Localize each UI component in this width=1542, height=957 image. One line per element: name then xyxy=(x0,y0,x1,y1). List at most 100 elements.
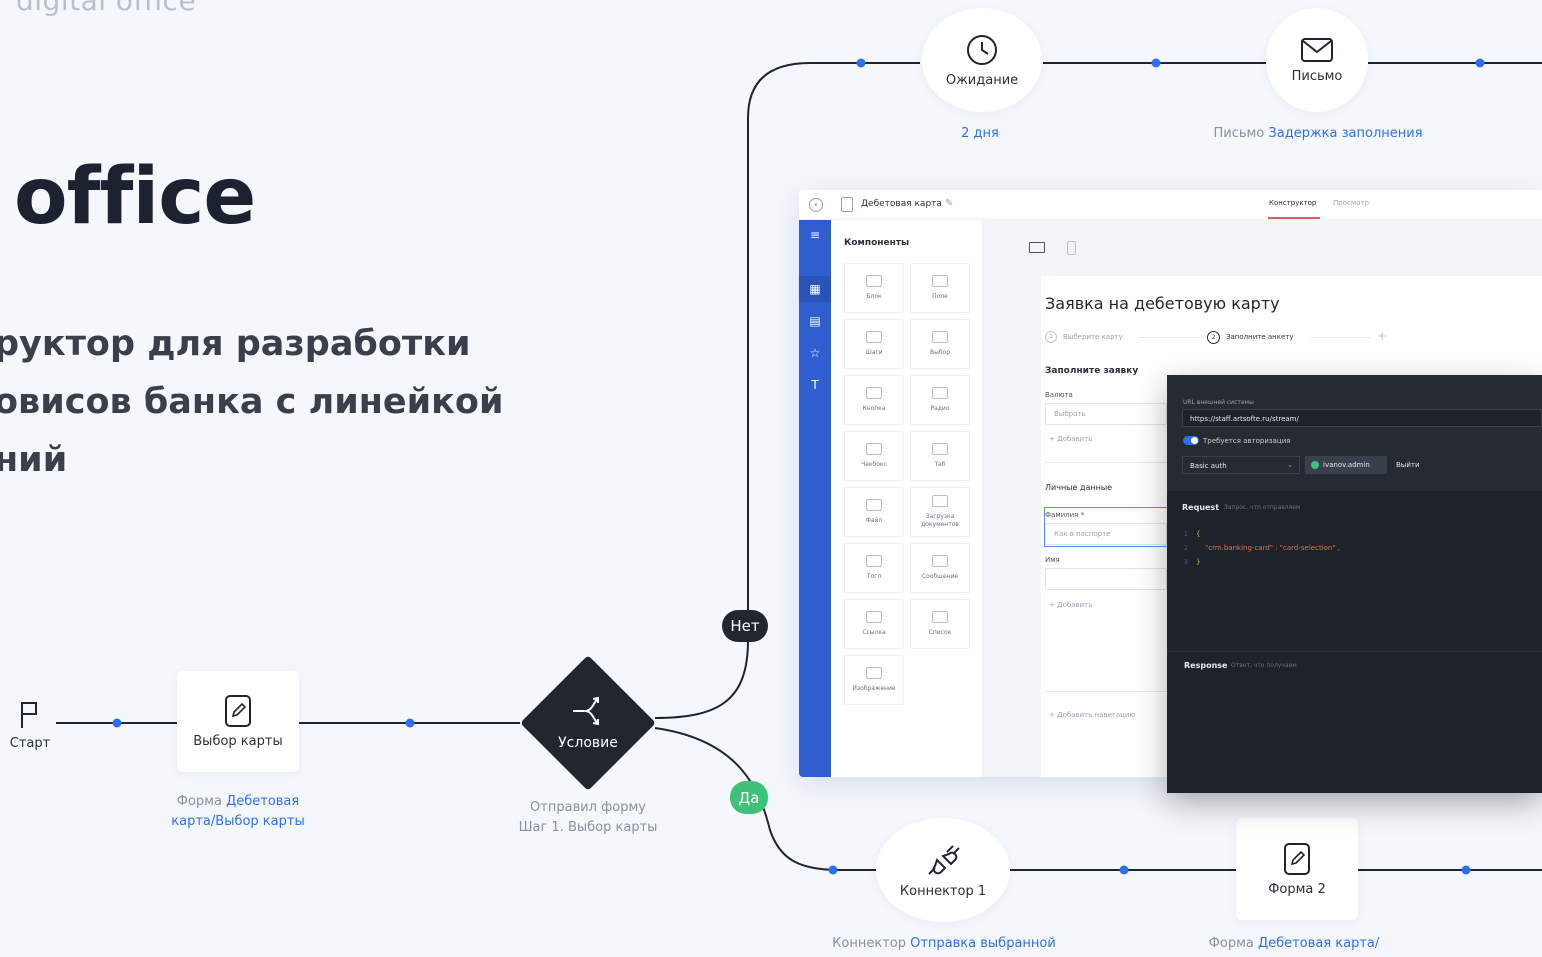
star-icon[interactable]: ☆ xyxy=(799,340,831,366)
component-tile[interactable]: Файл xyxy=(844,487,904,537)
name-input[interactable] xyxy=(1045,568,1167,590)
url-input[interactable]: https://staff.artsofte.ru/stream/ xyxy=(1182,409,1542,427)
component-tile[interactable]: Чекбокс xyxy=(844,431,904,481)
connector-settings: URL внешней системы https://staff.artsof… xyxy=(1167,375,1542,491)
form2-caption-link[interactable]: Дебетовая карта/ xyxy=(1258,936,1379,951)
active-tab-underline xyxy=(1268,217,1320,219)
tab-preview[interactable]: Просмотр xyxy=(1333,199,1369,207)
back-icon[interactable]: ‹ xyxy=(809,198,823,212)
auth-type-select[interactable]: Basic auth ⌄ xyxy=(1182,456,1300,474)
desktop-view-icon[interactable] xyxy=(1029,242,1045,253)
component-select-icon xyxy=(932,331,948,343)
edit-form-icon xyxy=(225,695,251,727)
component-tile[interactable]: Поле xyxy=(910,263,970,313)
menu-icon[interactable]: ≡ xyxy=(799,222,831,248)
currency-select[interactable]: Выбрать xyxy=(1045,403,1167,425)
components-panel: Компоненты Блок Поле Шаги Выбор Кнопка Р… xyxy=(831,220,983,777)
step-divider xyxy=(1139,337,1203,338)
form2-node[interactable]: Форма 2 xyxy=(1236,818,1358,920)
wait-caption[interactable]: 2 дня xyxy=(940,124,1020,144)
component-image-icon xyxy=(866,667,882,679)
card-select-caption-link[interactable]: Дебетовая xyxy=(226,794,299,809)
condition-label: Условие xyxy=(558,735,618,751)
currency-placeholder: Выбрать xyxy=(1054,410,1086,418)
add-field-button[interactable]: + Добавить xyxy=(1049,601,1092,609)
add-field-button[interactable]: + Добавить xyxy=(1049,435,1092,443)
check-icon xyxy=(1311,461,1319,469)
step-1[interactable]: Выберите карту xyxy=(1063,333,1123,341)
component-tile[interactable]: Изображение xyxy=(844,655,904,705)
component-checkbox-icon xyxy=(866,443,882,455)
component-tile[interactable]: Выбор xyxy=(910,319,970,369)
line-number: 3 xyxy=(1184,559,1188,566)
code-line[interactable]: { xyxy=(1196,530,1200,538)
code-line[interactable]: } xyxy=(1196,558,1200,566)
component-message-icon xyxy=(932,555,948,567)
name-label: Имя xyxy=(1045,556,1060,564)
component-tile[interactable]: Шаги xyxy=(844,319,904,369)
add-navigation-button[interactable]: + Добавить навигацию xyxy=(1049,711,1135,719)
code-line[interactable]: "crm.banking-card" : "card-selection" , xyxy=(1205,544,1340,552)
letter-caption: Письмо Задержка заполнения xyxy=(1200,124,1436,144)
tab-constructor[interactable]: Конструктор xyxy=(1269,199,1316,207)
wait-label: Ожидание xyxy=(945,72,1019,88)
component-tile[interactable]: Ссылка xyxy=(844,599,904,649)
response-hint: Ответ, что получаем xyxy=(1231,662,1297,669)
mobile-view-icon[interactable] xyxy=(1067,241,1076,255)
user-chip[interactable]: ivanov.admin xyxy=(1305,456,1387,474)
add-step-icon[interactable]: + xyxy=(1377,329,1387,343)
form2-label: Форма 2 xyxy=(1268,881,1326,897)
connector-node[interactable]: Коннектор 1 xyxy=(876,818,1010,922)
request-title: Request xyxy=(1182,503,1220,512)
components-title: Компоненты xyxy=(844,238,910,248)
letter-caption-prefix: Письмо xyxy=(1213,126,1265,141)
component-tile[interactable]: Список xyxy=(910,599,970,649)
surname-input[interactable]: Как в паспорте xyxy=(1045,523,1167,545)
component-list-icon xyxy=(932,611,948,623)
rename-pencil-icon[interactable]: ✎ xyxy=(945,198,953,209)
request-hint: Запрос, что отправляем xyxy=(1224,504,1301,511)
auth-toggle[interactable] xyxy=(1183,436,1199,445)
components-icon[interactable]: ▦ xyxy=(799,276,831,302)
logout-button[interactable]: Выйти xyxy=(1396,461,1420,469)
component-link-icon xyxy=(866,611,882,623)
letter-caption-link[interactable]: Задержка заполнения xyxy=(1268,126,1422,141)
clock-icon xyxy=(967,34,997,65)
surname-placeholder: Как в паспорте xyxy=(1054,530,1111,538)
component-tile[interactable]: Таб xyxy=(910,431,970,481)
component-tile[interactable]: Сообщение xyxy=(910,543,970,593)
card-select-caption-link[interactable]: карта/Выбор карты xyxy=(160,812,316,832)
letter-node[interactable]: Письмо xyxy=(1266,8,1368,112)
start-node[interactable]: Старт xyxy=(8,700,52,751)
component-tile[interactable]: Тогл xyxy=(844,543,904,593)
card-select-caption-prefix: Форма xyxy=(176,794,222,809)
section-fill-title: Заполните заявку xyxy=(1045,366,1139,376)
section-divider xyxy=(1045,462,1167,463)
connector-config-panel: URL внешней системы https://staff.artsof… xyxy=(1167,375,1542,793)
layers-icon[interactable]: ▤ xyxy=(799,308,831,334)
step-2[interactable]: Заполните анкету xyxy=(1226,333,1293,341)
start-label: Старт xyxy=(9,736,51,751)
user-name: ivanov.admin xyxy=(1323,461,1370,469)
form2-caption-prefix: Форма xyxy=(1208,936,1254,951)
component-field-icon xyxy=(932,275,948,287)
component-tile[interactable]: Блок xyxy=(844,263,904,313)
wait-node[interactable]: Ожидание xyxy=(922,8,1042,112)
component-tab-icon xyxy=(932,443,948,455)
step-number: 2 xyxy=(1207,331,1220,344)
condition-content[interactable]: Условие xyxy=(530,680,646,766)
condition-caption-line: Шаг 1. Выбор карты xyxy=(518,820,658,835)
line-number: 1 xyxy=(1184,531,1188,538)
auth-toggle-label: Требуется авторизация xyxy=(1203,437,1291,445)
component-tile[interactable]: Радио xyxy=(910,375,970,425)
component-steps-icon xyxy=(866,331,882,343)
component-tile[interactable]: Кнопка xyxy=(844,375,904,425)
card-select-node[interactable]: Выбор карты xyxy=(177,671,299,772)
personal-section-title: Личные данные xyxy=(1045,483,1113,492)
component-tile[interactable]: Загрузка документов xyxy=(910,487,970,537)
connector-caption-link[interactable]: Отправка выбранной xyxy=(910,936,1056,951)
app-header: ‹ Дебетовая карта ✎ Конструктор Просмотр xyxy=(799,190,1542,220)
doc-title: Дебетовая карта xyxy=(861,199,942,209)
typography-icon[interactable]: T xyxy=(799,372,831,398)
form2-caption: Форма Дебетовая карта/ xyxy=(1196,934,1392,954)
